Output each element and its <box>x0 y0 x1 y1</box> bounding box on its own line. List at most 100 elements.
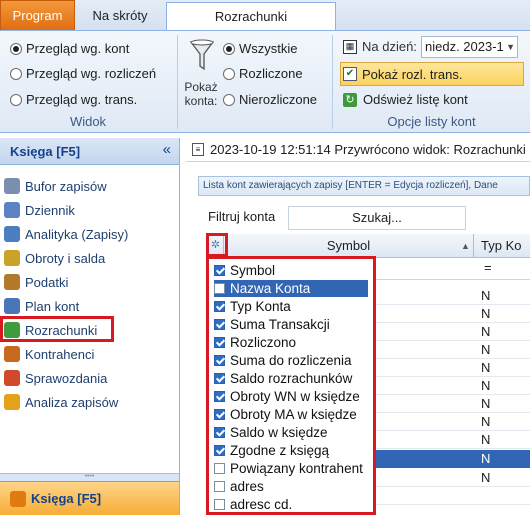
nav-item-label: Rozrachunki <box>25 322 98 338</box>
column-option-adres[interactable]: adres <box>214 478 264 495</box>
na-dzien-label: Na dzień: <box>362 39 417 54</box>
column-option-obroty-wn[interactable]: Obroty WN w księdze <box>214 388 360 405</box>
nav-item-label: Obroty i salda <box>25 250 106 266</box>
sprawozdania-icon <box>4 370 20 386</box>
checkbox[interactable] <box>214 337 225 348</box>
tab-rozrachunki[interactable]: Rozrachunki <box>166 2 336 32</box>
nav-item-dziennik[interactable]: Dziennik <box>4 200 75 220</box>
cell-typ-konta[interactable]: N <box>481 306 490 321</box>
cell-typ-konta[interactable]: N <box>481 324 490 339</box>
na-dzien-date-field[interactable]: niedz. 2023-1 ▼ <box>421 36 518 58</box>
ribbon-tab-bar: Program Na skróty Rozrachunki <box>0 0 530 32</box>
cell-typ-konta[interactable]: N <box>481 432 490 447</box>
column-option-saldo-w-ksiedze[interactable]: Saldo w księdze <box>214 424 328 441</box>
radio-przeglad-wg-rozliczen[interactable]: Przegląd wg. rozliczeń <box>10 66 156 81</box>
radio-wszystkie[interactable]: Wszystkie <box>223 41 298 56</box>
checkbox[interactable] <box>214 481 225 492</box>
splitter-grip[interactable]: •••• <box>0 473 179 481</box>
cell-typ-konta[interactable]: N <box>481 342 490 357</box>
collapse-icon[interactable]: « <box>163 141 171 158</box>
checkbox[interactable] <box>214 427 225 438</box>
checkbox[interactable] <box>214 391 225 402</box>
nav-item-plan-kont[interactable]: Plan kont <box>4 296 79 316</box>
checkbox[interactable] <box>214 499 225 510</box>
analiza-icon <box>4 394 20 410</box>
nav-item-rozrachunki[interactable]: Rozrachunki <box>4 320 97 340</box>
radio-indicator <box>10 93 22 106</box>
funnel-icon <box>190 39 214 71</box>
checkbox[interactable] <box>214 445 225 456</box>
analityka-icon <box>4 226 20 242</box>
selected-row[interactable]: N <box>368 450 530 468</box>
radio-label: Nierozliczone <box>239 92 318 107</box>
radio-label: Wszystkie <box>239 41 298 56</box>
column-option-rozliczono[interactable]: Rozliczono <box>214 334 296 351</box>
column-option-obroty-ma[interactable]: Obroty MA w księdze <box>214 406 357 423</box>
nav-item-label: Kontrahenci <box>25 346 95 362</box>
checkbox[interactable] <box>214 283 225 294</box>
group-label-opcje: Opcje listy kont <box>387 114 476 129</box>
ribbon-panel: Przegląd wg. kont Przegląd wg. rozliczeń… <box>0 30 530 133</box>
column-option-label: Obroty MA w księdze <box>230 407 357 422</box>
column-option-symbol[interactable]: Symbol <box>214 262 275 279</box>
tab-na-skroty[interactable]: Na skróty <box>76 2 164 30</box>
column-option-label: Zgodne z księgą <box>230 443 330 458</box>
checkbox[interactable] <box>214 265 225 276</box>
radio-przeglad-wg-kont[interactable]: Przegląd wg. kont <box>10 41 129 56</box>
checkbox[interactable] <box>214 409 225 420</box>
pokaz-rozl-trans-button[interactable]: ✔ Pokaż rozl. trans. <box>340 62 524 86</box>
nav-item-analityka[interactable]: Analityka (Zapisy) <box>4 224 128 244</box>
column-option-saldo-rozrachunkow[interactable]: Saldo rozrachunków <box>214 370 352 387</box>
nav-item-bufor-zapisow[interactable]: Bufor zapisów <box>4 176 107 196</box>
nav-item-podatki[interactable]: Podatki <box>4 272 68 292</box>
tab-program[interactable]: Program <box>0 0 75 30</box>
nav-footer-ksiega[interactable]: Księga [F5] <box>0 481 179 515</box>
obroty-icon <box>4 250 20 266</box>
column-option-label: Symbol <box>230 263 276 278</box>
pokaz-label-line1: Pokaż <box>184 80 218 94</box>
column-option-adres-cd[interactable]: adresc cd. <box>214 496 292 513</box>
calendar-icon: ▦ <box>343 40 357 54</box>
cell-typ-konta[interactable]: N <box>481 288 490 303</box>
checkbox[interactable] <box>214 319 225 330</box>
column-option-label: Saldo rozrachunków <box>230 371 353 386</box>
column-option-suma-do-rozliczenia[interactable]: Suma do rozliczenia <box>214 352 352 369</box>
checkbox[interactable] <box>214 373 225 384</box>
column-option-label: Nazwa Konta <box>230 281 311 296</box>
column-header-typ-konta[interactable]: Typ Ko <box>476 234 530 258</box>
column-option-powiazany-kontrahent[interactable]: Powiązany kontrahent <box>214 460 363 477</box>
column-option-label: Suma Transakcji <box>230 317 330 332</box>
cell-typ-konta[interactable]: N <box>481 414 490 429</box>
checkbox[interactable] <box>214 301 225 312</box>
filter-operator: = <box>484 260 492 275</box>
radio-label: Przegląd wg. kont <box>26 41 130 56</box>
radio-label: Przegląd wg. rozliczeń <box>26 66 157 81</box>
checkbox[interactable] <box>214 355 225 366</box>
nav-item-obroty-i-salda[interactable]: Obroty i salda <box>4 248 105 268</box>
radio-label: Przegląd wg. trans. <box>26 92 138 107</box>
checkbox[interactable] <box>214 463 225 474</box>
nav-item-sprawozdania[interactable]: Sprawozdania <box>4 368 107 388</box>
radio-nierozliczone[interactable]: Nierozliczone <box>223 92 317 107</box>
column-chooser-icon[interactable]: ✲ <box>208 234 224 258</box>
cell-typ-konta[interactable]: N <box>481 396 490 411</box>
group-separator <box>177 35 178 129</box>
column-option-typ-konta[interactable]: Typ Konta <box>214 298 291 315</box>
cell-typ-konta[interactable]: N <box>481 360 490 375</box>
radio-przeglad-wg-trans[interactable]: Przegląd wg. trans. <box>10 92 137 107</box>
column-option-zgodne-z-ksiega[interactable]: Zgodne z księgą <box>214 442 329 459</box>
plan-kont-icon <box>4 298 20 314</box>
nav-item-analiza-zapisow[interactable]: Analiza zapisów <box>4 392 118 412</box>
column-option-suma-transakcji[interactable]: Suma Transakcji <box>214 316 330 333</box>
nav-item-kontrahenci[interactable]: Kontrahenci <box>4 344 94 364</box>
radio-rozliczone[interactable]: Rozliczone <box>223 66 303 81</box>
column-header-symbol[interactable]: Symbol <box>224 234 474 258</box>
kontrahenci-icon <box>4 346 20 362</box>
search-button[interactable]: Szukaj... <box>288 206 466 230</box>
cell-typ-konta[interactable]: N <box>481 470 490 485</box>
odswiez-liste-kont-button[interactable]: ↻ Odśwież listę kont <box>343 92 468 107</box>
chevron-down-icon[interactable]: ▼ <box>506 37 515 57</box>
cell-typ-konta[interactable]: N <box>481 378 490 393</box>
column-option-nazwa-konta[interactable]: Nazwa Konta <box>214 280 368 297</box>
cell-typ-konta[interactable]: N <box>481 451 490 466</box>
